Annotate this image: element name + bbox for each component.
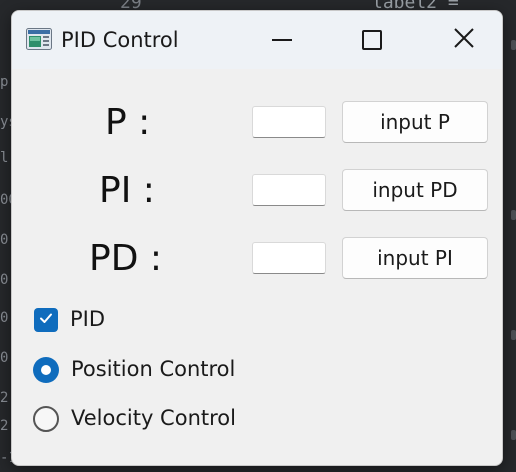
pid-checkbox[interactable]	[34, 308, 58, 332]
minimize-button[interactable]	[236, 11, 328, 69]
velocity-control-label[interactable]: Velocity Control	[71, 406, 236, 430]
editor-scroll-markers	[510, 30, 516, 460]
input-pi-button[interactable]: input PI	[342, 237, 488, 279]
position-control-label[interactable]: Position Control	[71, 357, 235, 381]
input-p-button[interactable]: input P	[342, 101, 488, 143]
window-title: PID Control	[61, 28, 179, 52]
editor-margin-text: 0	[0, 272, 9, 288]
editor-margin-text: 2	[0, 418, 9, 434]
input-pd-button[interactable]: input PD	[342, 169, 488, 211]
editor-margin-text: l	[0, 150, 9, 166]
close-button[interactable]	[418, 11, 502, 69]
editor-margin-text: p	[0, 74, 9, 90]
velocity-control-radio[interactable]	[33, 406, 59, 432]
editor-margin-text: 0	[0, 350, 9, 366]
pid-checkbox-label[interactable]: PID	[70, 307, 105, 331]
app-window-icon	[26, 28, 52, 50]
p-label: P :	[105, 102, 151, 143]
pi-input[interactable]	[252, 174, 326, 206]
pi-label: PI :	[99, 170, 155, 211]
editor-margin-text: 0	[0, 232, 9, 248]
position-control-radio[interactable]	[33, 357, 59, 383]
minimize-icon	[272, 39, 292, 41]
pid-control-window: PID Control P : input P PI : input PD PD…	[11, 10, 503, 466]
radio-selected-dot	[41, 365, 51, 375]
title-bar[interactable]: PID Control	[12, 11, 502, 69]
p-input[interactable]	[252, 106, 326, 138]
editor-margin-text: 0	[0, 310, 9, 326]
maximize-icon	[362, 30, 382, 50]
checkmark-icon	[38, 310, 54, 331]
pd-label: PD :	[89, 238, 163, 279]
editor-margin-text: 2	[0, 390, 9, 406]
pd-input[interactable]	[252, 242, 326, 274]
close-icon	[454, 27, 474, 53]
maximize-button[interactable]	[326, 11, 418, 69]
